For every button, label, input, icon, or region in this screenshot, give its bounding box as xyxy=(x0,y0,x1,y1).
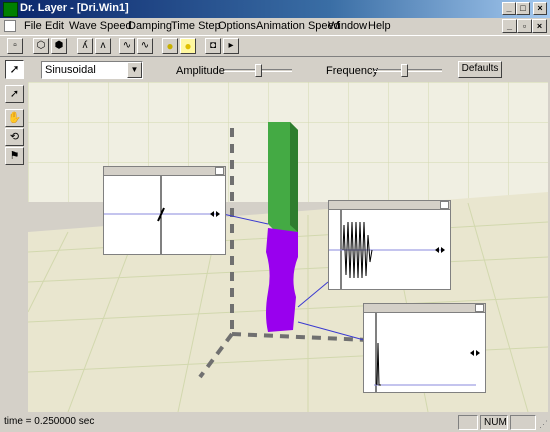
menu-bar: File Edit Wave Speed Damping Time Step O… xyxy=(0,18,550,35)
probe-window-1-titlebar[interactable] xyxy=(104,167,225,176)
num-lock-indicator: NUM xyxy=(480,415,508,430)
frequency-slider-track xyxy=(374,69,442,72)
chevron-down-icon[interactable]: ▼ xyxy=(127,62,142,78)
pointer-tool-icon[interactable]: ➚ xyxy=(5,60,24,79)
main-toolbar: ▫ ⬡ ⬢ ʎ ʌ ∿ ∿ ● ● ◘ ▸ xyxy=(0,35,550,57)
new-document-icon[interactable]: ▫ xyxy=(7,38,23,54)
probe-window-2-plot xyxy=(329,210,445,289)
status-panel-empty xyxy=(458,415,478,430)
play-pause-icon[interactable]: ◘ xyxy=(205,38,221,54)
mdi-restore-button[interactable]: ▫ xyxy=(517,19,532,33)
menu-damping[interactable]: Damping xyxy=(128,20,172,32)
menu-options[interactable]: Options xyxy=(218,20,256,32)
close-button[interactable]: × xyxy=(533,2,547,15)
left-toolbar: ➚ ✋ ⟲ ⚑ xyxy=(0,82,28,412)
minimize-button[interactable]: _ xyxy=(502,2,516,15)
waveform-a-icon[interactable]: ∿ xyxy=(119,38,135,54)
waveform-select-value: Sinusoidal xyxy=(45,64,96,76)
probe-window-2-titlebar[interactable] xyxy=(329,201,450,210)
amplitude-slider-thumb[interactable] xyxy=(255,64,262,77)
hand-icon[interactable]: ✋ xyxy=(5,109,24,127)
menu-wave-speed[interactable]: Wave Speed xyxy=(69,20,132,32)
menu-edit[interactable]: Edit xyxy=(45,20,64,32)
flag-icon[interactable]: ⚑ xyxy=(5,147,24,165)
title-bar: Dr. Layer - [Dri.Win1] _ □ × xyxy=(0,0,550,18)
menu-file[interactable]: File xyxy=(24,20,42,32)
frequency-slider-thumb[interactable] xyxy=(401,64,408,77)
cube-solid-icon[interactable]: ⬢ xyxy=(51,38,67,54)
maximize-button[interactable]: □ xyxy=(516,2,530,15)
record-icon[interactable]: ▸ xyxy=(223,38,239,54)
mdi-close-button[interactable]: × xyxy=(532,19,547,33)
lightbulb-icon[interactable]: ● xyxy=(162,38,178,54)
frequency-label: Frequency xyxy=(326,65,378,77)
cube-wireframe-icon[interactable]: ⬡ xyxy=(33,38,49,54)
amplitude-label: Amplitude xyxy=(176,65,225,77)
app-icon xyxy=(3,2,18,17)
control-bar: ➚ Sinusoidal ▼ Amplitude Frequency Defau… xyxy=(0,57,550,82)
probe-window-3-titlebar[interactable] xyxy=(364,304,485,313)
waveform-b-icon[interactable]: ∿ xyxy=(137,38,153,54)
time-readout: time = 0.250000 sec xyxy=(4,416,95,427)
scene-viewport[interactable] xyxy=(28,82,548,412)
wave-right-icon[interactable]: ʌ xyxy=(95,38,111,54)
amplitude-slider[interactable] xyxy=(224,64,292,77)
wave-left-icon[interactable]: ʎ xyxy=(77,38,93,54)
window-title: Dr. Layer - [Dri.Win1] xyxy=(20,2,129,14)
column-top-side xyxy=(290,122,298,232)
probe-window-1-plot xyxy=(104,176,220,254)
menu-window[interactable]: Window xyxy=(328,20,367,32)
frequency-slider[interactable] xyxy=(374,64,442,77)
probe-window-1[interactable] xyxy=(103,166,226,255)
probe-window-2[interactable] xyxy=(328,200,451,290)
probe-window-2-close-icon[interactable] xyxy=(440,201,449,209)
waveform-select[interactable]: Sinusoidal ▼ xyxy=(41,61,143,79)
app-window: Dr. Layer - [Dri.Win1] _ □ × File Edit W… xyxy=(0,0,550,432)
probe-window-1-close-icon[interactable] xyxy=(215,167,224,175)
menu-help[interactable]: Help xyxy=(368,20,391,32)
column-bottom xyxy=(266,228,298,332)
status-bar: time = 0.250000 sec NUM ⋰ xyxy=(0,412,550,432)
rotate-icon[interactable]: ⟲ xyxy=(5,128,24,146)
mdi-minimize-button[interactable]: _ xyxy=(502,19,517,33)
probe-window-3-close-icon[interactable] xyxy=(475,304,484,312)
pointer-icon[interactable]: ➚ xyxy=(5,85,24,103)
status-panel-blank xyxy=(510,415,536,430)
lightbulb-on-icon[interactable]: ● xyxy=(180,38,196,54)
resize-grip-icon[interactable]: ⋰ xyxy=(539,419,548,430)
defaults-button[interactable]: Defaults xyxy=(458,61,502,78)
document-icon[interactable] xyxy=(4,20,16,32)
probe-window-3[interactable] xyxy=(363,303,486,393)
menu-time-step[interactable]: Time Step xyxy=(171,20,221,32)
probe-window-3-plot xyxy=(374,313,480,392)
